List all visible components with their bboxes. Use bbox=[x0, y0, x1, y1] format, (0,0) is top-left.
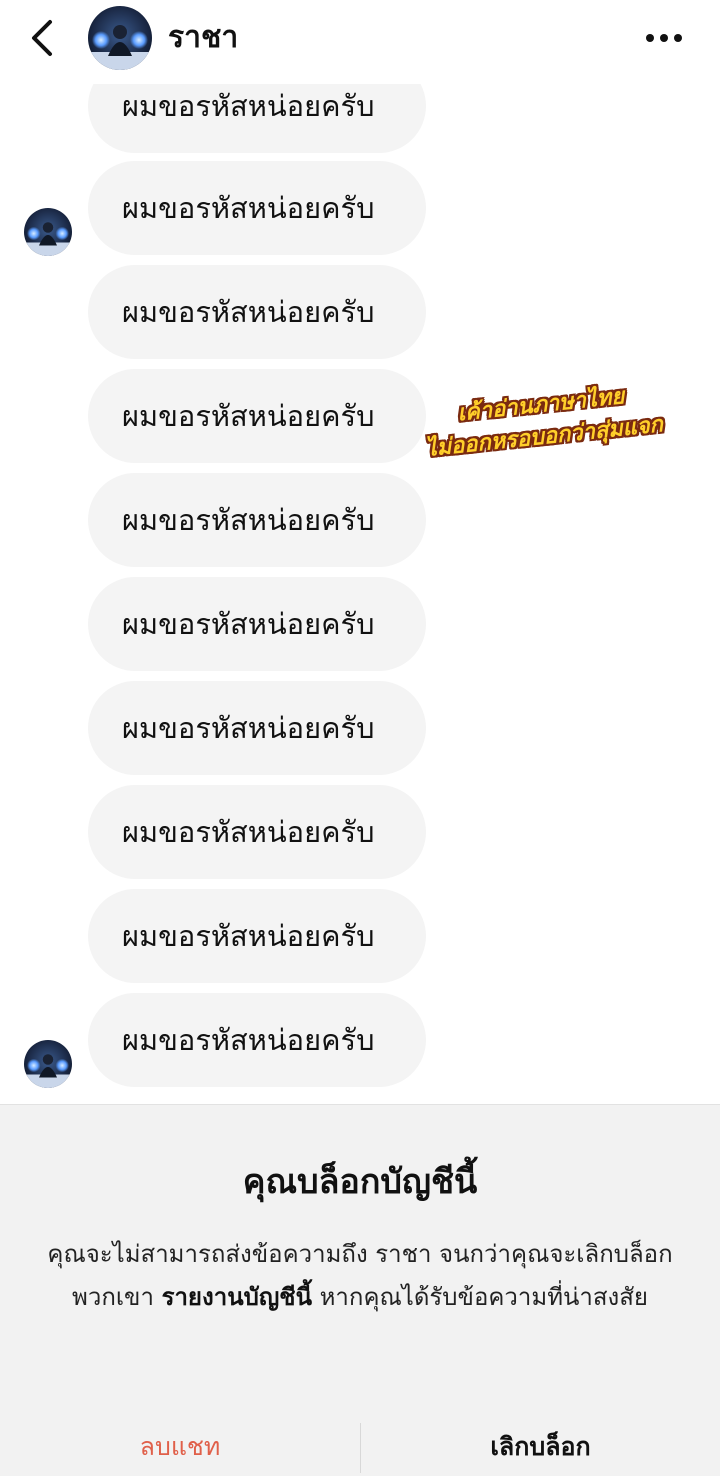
report-account-link[interactable]: รายงานบัญชีนี้ bbox=[162, 1283, 312, 1311]
message-list[interactable]: ผมขอรหัสหน่อยครับ ผมขอรหัสหน่อยครับ ผมขอ… bbox=[0, 84, 720, 1104]
unblock-button[interactable]: เลิกบล็อก bbox=[361, 1419, 720, 1477]
message-bubble[interactable]: ผมขอรหัสหน่อยครับ bbox=[88, 265, 426, 359]
block-description: คุณจะไม่สามารถส่งข้อความถึง ราชา จนกว่าค… bbox=[40, 1233, 680, 1319]
chat-header: ราชา bbox=[0, 0, 720, 84]
message-bubble[interactable]: ผมขอรหัสหน่อยครับ bbox=[88, 84, 426, 153]
overlay-caption: เค้าอ่านภาษาไทย ไม่ออกหรอบอกว่าสุ่มแจก bbox=[405, 376, 680, 468]
more-horizontal-icon bbox=[646, 34, 682, 42]
contact-name[interactable]: ราชา bbox=[168, 18, 238, 58]
message-bubble[interactable]: ผมขอรหัสหน่อยครับ bbox=[88, 889, 426, 983]
delete-chat-button[interactable]: ลบแชท bbox=[0, 1419, 360, 1477]
message-bubble[interactable]: ผมขอรหัสหน่อยครับ bbox=[88, 369, 426, 463]
more-options-button[interactable] bbox=[632, 18, 696, 58]
contact-avatar[interactable] bbox=[88, 6, 152, 70]
block-description-text: หากคุณได้รับข้อความที่น่าสงสัย bbox=[311, 1283, 648, 1311]
message-bubble[interactable]: ผมขอรหัสหน่อยครับ bbox=[88, 681, 426, 775]
sender-avatar[interactable] bbox=[24, 208, 72, 256]
block-title: คุณบล็อกบัญชีนี้ bbox=[242, 1162, 478, 1202]
message-bubble[interactable]: ผมขอรหัสหน่อยครับ bbox=[88, 577, 426, 671]
message-bubble[interactable]: ผมขอรหัสหน่อยครับ bbox=[88, 785, 426, 879]
chevron-left-icon bbox=[32, 20, 52, 56]
action-row: ลบแชท เลิกบล็อก bbox=[0, 1419, 720, 1477]
message-bubble[interactable]: ผมขอรหัสหน่อยครับ bbox=[88, 473, 426, 567]
blocked-account-panel: คุณบล็อกบัญชีนี้ คุณจะไม่สามารถส่งข้อควา… bbox=[0, 1104, 720, 1476]
sender-avatar[interactable] bbox=[24, 1040, 72, 1088]
message-bubble[interactable]: ผมขอรหัสหน่อยครับ bbox=[88, 993, 426, 1087]
back-button[interactable] bbox=[22, 16, 66, 60]
message-bubble[interactable]: ผมขอรหัสหน่อยครับ bbox=[88, 161, 426, 255]
